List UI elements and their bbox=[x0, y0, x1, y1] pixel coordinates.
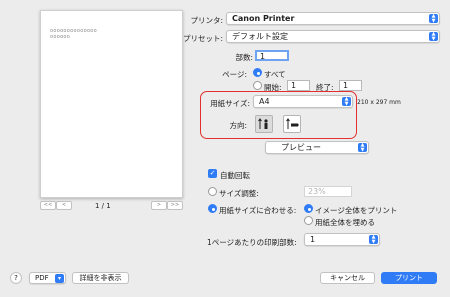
pages-all-label: すべて bbox=[264, 70, 286, 79]
pages-per-sheet-popup[interactable]: 1 ▲ ▼ bbox=[304, 233, 380, 246]
scale-radio[interactable] bbox=[208, 187, 217, 196]
print-preview-page: oooooooooooooo oooooo bbox=[40, 10, 183, 198]
paper-size-label: 用紙サイズ: bbox=[210, 99, 250, 108]
pages-all-radio[interactable] bbox=[253, 68, 262, 77]
printer-popup[interactable]: Canon Printer ▲ ▼ bbox=[226, 12, 440, 25]
paper-size-popup[interactable]: A4 ▲ ▼ bbox=[253, 95, 353, 108]
pdf-label: PDF bbox=[35, 274, 49, 282]
chevron-updown-icon: ▲ ▼ bbox=[369, 235, 378, 244]
presets-value: デフォルト設定 bbox=[232, 32, 288, 41]
chevron-updown-icon: ▲ ▼ bbox=[429, 32, 438, 41]
pages-range-radio[interactable] bbox=[253, 81, 262, 90]
auto-rotate-label: 自動回転 bbox=[220, 171, 250, 180]
last-page-button[interactable]: >> bbox=[167, 201, 183, 210]
chevron-down-icon: ▾ bbox=[55, 274, 64, 283]
next-page-button[interactable]: > bbox=[151, 201, 167, 210]
auto-rotate-checkbox[interactable]: ✓ bbox=[208, 169, 217, 178]
print-button[interactable]: プリント bbox=[381, 272, 437, 284]
chevron-updown-icon: ▲ ▼ bbox=[358, 143, 367, 152]
presets-label: プリセット: bbox=[182, 34, 223, 43]
chevron-updown-icon: ▲ ▼ bbox=[342, 97, 351, 106]
presets-popup[interactable]: デフォルト設定 ▲ ▼ bbox=[226, 30, 440, 43]
fill-entire-paper-label: 用紙全体を埋める bbox=[315, 218, 375, 227]
pages-label: ページ: bbox=[222, 70, 247, 79]
help-button[interactable]: ? bbox=[10, 272, 22, 284]
paper-size-value: A4 bbox=[259, 97, 270, 106]
cancel-button[interactable]: キャンセル bbox=[320, 272, 375, 284]
portrait-orientation-button[interactable] bbox=[255, 115, 273, 133]
scale-field[interactable]: 23% bbox=[304, 186, 352, 197]
pages-from-field[interactable]: 1 bbox=[287, 80, 310, 91]
printer-label: プリンタ: bbox=[190, 16, 223, 25]
paper-dimensions: 210 x 297 mm bbox=[357, 99, 401, 106]
pages-per-sheet-label: 1ページあたりの印刷部数: bbox=[207, 238, 297, 247]
portrait-person-icon bbox=[258, 118, 268, 129]
previous-page-button[interactable]: < bbox=[56, 201, 72, 210]
print-entire-image-radio[interactable] bbox=[304, 204, 313, 213]
section-popup-value: プレビュー bbox=[281, 143, 321, 152]
copies-label: 部数: bbox=[235, 53, 253, 62]
landscape-person-icon bbox=[286, 118, 299, 129]
copies-field[interactable]: 1 bbox=[255, 50, 289, 61]
pdf-menu-button[interactable]: PDF ▾ bbox=[29, 272, 66, 284]
pages-per-sheet-value: 1 bbox=[310, 235, 316, 244]
preview-text-line-2: oooooo bbox=[50, 34, 71, 40]
scale-label: サイズ調整: bbox=[219, 189, 259, 198]
hide-details-button[interactable]: 詳細を非表示 bbox=[72, 272, 129, 284]
scale-to-fit-radio[interactable] bbox=[208, 204, 217, 213]
scale-to-fit-label: 用紙サイズに合わせる: bbox=[219, 206, 297, 215]
pages-to-field[interactable]: 1 bbox=[339, 80, 362, 91]
print-entire-image-label: イメージ全体をプリント bbox=[315, 206, 398, 215]
printer-value: Canon Printer bbox=[232, 14, 295, 23]
orientation-label: 方向: bbox=[229, 121, 247, 130]
first-page-button[interactable]: << bbox=[40, 201, 56, 210]
chevron-updown-icon: ▲ ▼ bbox=[429, 14, 438, 23]
fill-entire-paper-radio[interactable] bbox=[304, 216, 313, 225]
landscape-orientation-button[interactable] bbox=[283, 115, 301, 133]
section-popup[interactable]: プレビュー ▲ ▼ bbox=[265, 141, 369, 154]
page-indicator: 1 / 1 bbox=[95, 202, 111, 210]
